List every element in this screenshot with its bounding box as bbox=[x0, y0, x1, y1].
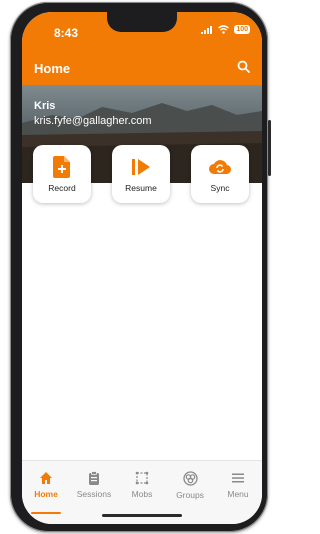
tab-sessions[interactable]: Sessions bbox=[70, 471, 118, 499]
status-icons: 100 bbox=[201, 25, 250, 34]
phone-side-button bbox=[268, 120, 271, 176]
cloud-sync-icon bbox=[209, 160, 232, 175]
wifi-icon bbox=[218, 25, 230, 34]
resume-icon bbox=[132, 159, 150, 175]
tab-menu-label: Menu bbox=[227, 489, 249, 499]
tab-home[interactable]: Home bbox=[22, 471, 70, 514]
notch bbox=[107, 12, 177, 32]
record-button[interactable]: Record bbox=[33, 145, 91, 203]
tab-sessions-label: Sessions bbox=[76, 489, 112, 499]
record-label: Record bbox=[48, 183, 76, 193]
mobs-icon bbox=[135, 471, 149, 485]
tab-menu[interactable]: Menu bbox=[214, 471, 262, 499]
battery-icon: 100 bbox=[234, 25, 250, 34]
tab-groups-label: Groups bbox=[176, 490, 204, 500]
tab-mobs[interactable]: Mobs bbox=[118, 471, 166, 499]
user-email: kris.fyfe@gallagher.com bbox=[34, 115, 152, 127]
user-name: Kris bbox=[34, 100, 56, 112]
tab-mobs-label: Mobs bbox=[131, 489, 153, 499]
groups-icon bbox=[182, 471, 198, 486]
clipboard-icon bbox=[89, 471, 99, 485]
app-screen: 8:43 100 Home Kris kris.fyfe@gallagher.c… bbox=[22, 12, 262, 524]
resume-button[interactable]: Resume bbox=[112, 145, 170, 203]
sync-label: Sync bbox=[210, 183, 230, 193]
signal-icon bbox=[201, 25, 213, 34]
search-icon[interactable] bbox=[236, 59, 252, 75]
home-indicator bbox=[102, 514, 182, 517]
add-document-icon bbox=[53, 156, 70, 178]
resume-label: Resume bbox=[125, 183, 157, 193]
tab-groups[interactable]: Groups bbox=[166, 471, 214, 500]
sync-button[interactable]: Sync bbox=[191, 145, 249, 203]
page-title: Home bbox=[34, 61, 71, 76]
active-tab-indicator bbox=[31, 512, 61, 514]
home-icon bbox=[40, 472, 52, 484]
tab-home-label: Home bbox=[34, 489, 58, 499]
status-time: 8:43 bbox=[54, 26, 79, 40]
menu-icon bbox=[232, 473, 244, 483]
